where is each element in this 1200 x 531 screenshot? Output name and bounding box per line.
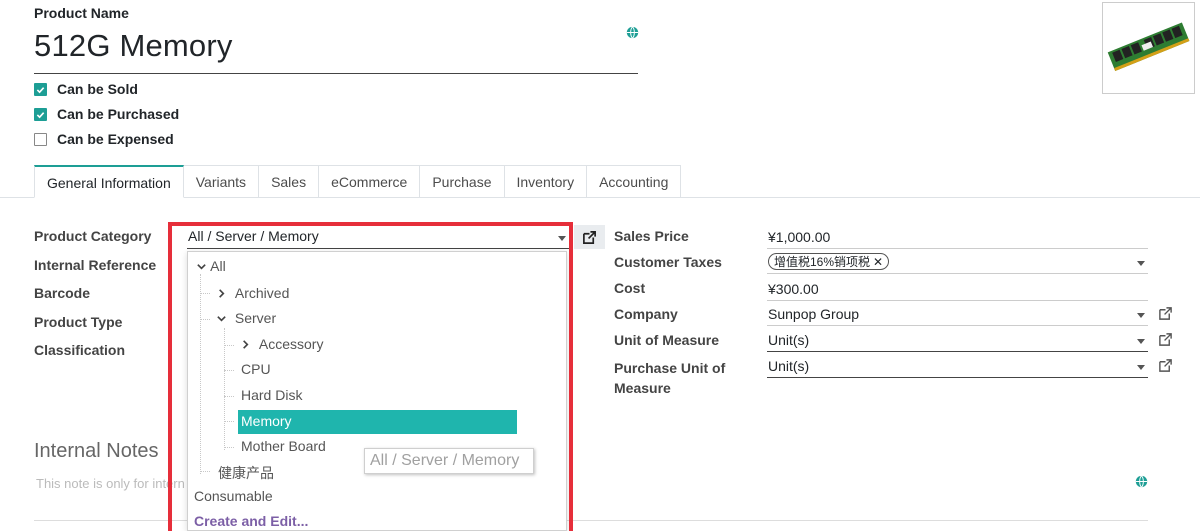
chevron-down-icon[interactable] bbox=[216, 313, 227, 324]
can-be-sold-label: Can be Sold bbox=[57, 81, 138, 97]
internal-notes-heading: Internal Notes bbox=[34, 440, 159, 462]
category-tooltip: All / Server / Memory bbox=[364, 448, 534, 474]
classification-label: Classification bbox=[34, 342, 126, 358]
cost-label: Cost bbox=[614, 280, 646, 296]
external-link-icon[interactable] bbox=[1158, 306, 1173, 321]
remove-tag-icon[interactable]: ✕ bbox=[873, 255, 883, 269]
internal-notes-input[interactable]: This note is only for intern bbox=[36, 476, 185, 491]
product-name-input[interactable]: 512G Memory bbox=[34, 28, 638, 74]
company-value: Sunpop Group bbox=[768, 306, 860, 322]
unit-of-measure-value: Unit(s) bbox=[768, 332, 810, 348]
tree-guide bbox=[200, 319, 210, 320]
globe-icon[interactable] bbox=[626, 26, 639, 42]
product-name-label: Product Name bbox=[34, 5, 129, 21]
tab-general-information[interactable]: General Information bbox=[34, 165, 184, 198]
dropdown-item-label: All bbox=[210, 258, 226, 274]
purchase-unit-of-measure-value: Unit(s) bbox=[768, 358, 810, 374]
tree-guide bbox=[200, 274, 201, 474]
dropdown-item-health-products[interactable]: 健康产品 bbox=[218, 463, 274, 483]
internal-reference-label: Internal Reference bbox=[34, 257, 157, 273]
dropdown-item-consumable[interactable]: Consumable bbox=[194, 488, 273, 504]
unit-of-measure-input[interactable]: Unit(s) bbox=[767, 330, 1148, 352]
memory-module-image bbox=[1107, 22, 1190, 71]
dropdown-item-cpu[interactable]: CPU bbox=[241, 361, 271, 377]
globe-icon[interactable] bbox=[1135, 475, 1148, 491]
product-type-label: Product Type bbox=[34, 314, 123, 330]
unit-of-measure-label: Unit of Measure bbox=[614, 332, 720, 348]
external-link-icon[interactable] bbox=[1158, 332, 1173, 347]
can-be-sold-checkbox[interactable]: Can be Sold bbox=[34, 81, 138, 97]
caret-down-icon[interactable] bbox=[1137, 261, 1145, 266]
purchase-uom-label-line-1: Purchase Unit of bbox=[614, 360, 726, 376]
cost-value: ¥300.00 bbox=[768, 281, 819, 297]
dropdown-item-accessory[interactable]: Accessory bbox=[240, 336, 323, 352]
dropdown-item-label: Archived bbox=[234, 285, 290, 301]
can-be-expensed-label: Can be Expensed bbox=[57, 131, 174, 147]
product-category-label: Product Category bbox=[34, 228, 152, 244]
purchase-unit-of-measure-input[interactable]: Unit(s) bbox=[767, 356, 1148, 378]
cost-input[interactable]: ¥300.00 bbox=[767, 279, 1148, 301]
chevron-right-icon[interactable] bbox=[240, 339, 251, 350]
tree-guide bbox=[224, 370, 234, 371]
tree-guide bbox=[200, 471, 210, 472]
tab-ecommerce[interactable]: eCommerce bbox=[319, 165, 421, 198]
dropdown-item-archived[interactable]: Archived bbox=[216, 285, 289, 301]
tab-accounting[interactable]: Accounting bbox=[587, 165, 682, 198]
checkbox-checked-icon bbox=[34, 82, 47, 96]
caret-down-icon[interactable] bbox=[1137, 313, 1145, 318]
dropdown-item-label: Server bbox=[234, 310, 277, 326]
checkbox-unchecked-icon bbox=[34, 132, 47, 146]
sales-price-label: Sales Price bbox=[614, 228, 689, 244]
sales-price-input[interactable]: ¥1,000.00 bbox=[767, 227, 1148, 249]
dropdown-item-all[interactable]: All bbox=[196, 258, 226, 274]
product-name-value: 512G Memory bbox=[34, 28, 233, 63]
tab-variants[interactable]: Variants bbox=[183, 165, 260, 198]
purchase-unit-of-measure-label: Purchase Unit of Measure bbox=[614, 358, 725, 398]
tab-sales[interactable]: Sales bbox=[259, 165, 320, 198]
tree-guide bbox=[224, 396, 234, 397]
product-image[interactable] bbox=[1102, 2, 1195, 94]
dropdown-item-memory[interactable]: Memory bbox=[238, 410, 517, 434]
can-be-purchased-label: Can be Purchased bbox=[57, 106, 180, 122]
external-link-icon bbox=[583, 230, 596, 244]
caret-down-icon[interactable] bbox=[558, 236, 566, 241]
company-input[interactable]: Sunpop Group bbox=[767, 304, 1148, 326]
external-link-icon[interactable] bbox=[1158, 358, 1173, 373]
checkbox-checked-icon bbox=[34, 107, 47, 121]
tree-guide bbox=[224, 447, 234, 448]
tree-guide bbox=[200, 293, 210, 294]
tree-guide bbox=[224, 328, 225, 450]
company-label: Company bbox=[614, 306, 678, 322]
create-and-edit-link[interactable]: Create and Edit... bbox=[194, 513, 308, 529]
can-be-expensed-checkbox[interactable]: Can be Expensed bbox=[34, 131, 174, 147]
dropdown-item-server[interactable]: Server bbox=[216, 310, 276, 326]
category-external-link-button[interactable] bbox=[574, 225, 605, 249]
caret-down-icon[interactable] bbox=[1137, 339, 1145, 344]
dropdown-item-mother-board[interactable]: Mother Board bbox=[241, 438, 326, 454]
chevron-right-icon[interactable] bbox=[216, 288, 227, 299]
tab-inventory[interactable]: Inventory bbox=[504, 165, 588, 198]
tree-guide bbox=[224, 421, 234, 422]
can-be-purchased-checkbox[interactable]: Can be Purchased bbox=[34, 106, 179, 122]
dropdown-item-label: Accessory bbox=[258, 336, 324, 352]
dropdown-item-hard-disk[interactable]: Hard Disk bbox=[241, 387, 302, 403]
barcode-label: Barcode bbox=[34, 285, 91, 301]
tax-tag: 增值税16%销项税 ✕ bbox=[768, 253, 890, 270]
product-category-value: All / Server / Memory bbox=[188, 228, 319, 244]
tax-tag-label: 增值税16%销项税 bbox=[774, 254, 871, 269]
chevron-down-icon[interactable] bbox=[196, 261, 207, 272]
product-category-input[interactable]: All / Server / Memory bbox=[187, 226, 569, 249]
caret-down-icon[interactable] bbox=[1137, 365, 1145, 370]
purchase-uom-label-line-2: Measure bbox=[614, 380, 671, 396]
customer-taxes-label: Customer Taxes bbox=[614, 254, 722, 270]
dropdown-item-label: Memory bbox=[241, 413, 292, 429]
customer-taxes-input[interactable]: 增值税16%销项税 ✕ bbox=[767, 251, 1148, 274]
category-dropdown: All Archived Server Accessory CPU Hard D… bbox=[187, 251, 567, 531]
sales-price-value: ¥1,000.00 bbox=[768, 229, 831, 245]
tab-purchase[interactable]: Purchase bbox=[420, 165, 505, 198]
notebook-tabs: General Information Variants Sales eComm… bbox=[34, 165, 682, 198]
tree-guide bbox=[224, 345, 234, 346]
